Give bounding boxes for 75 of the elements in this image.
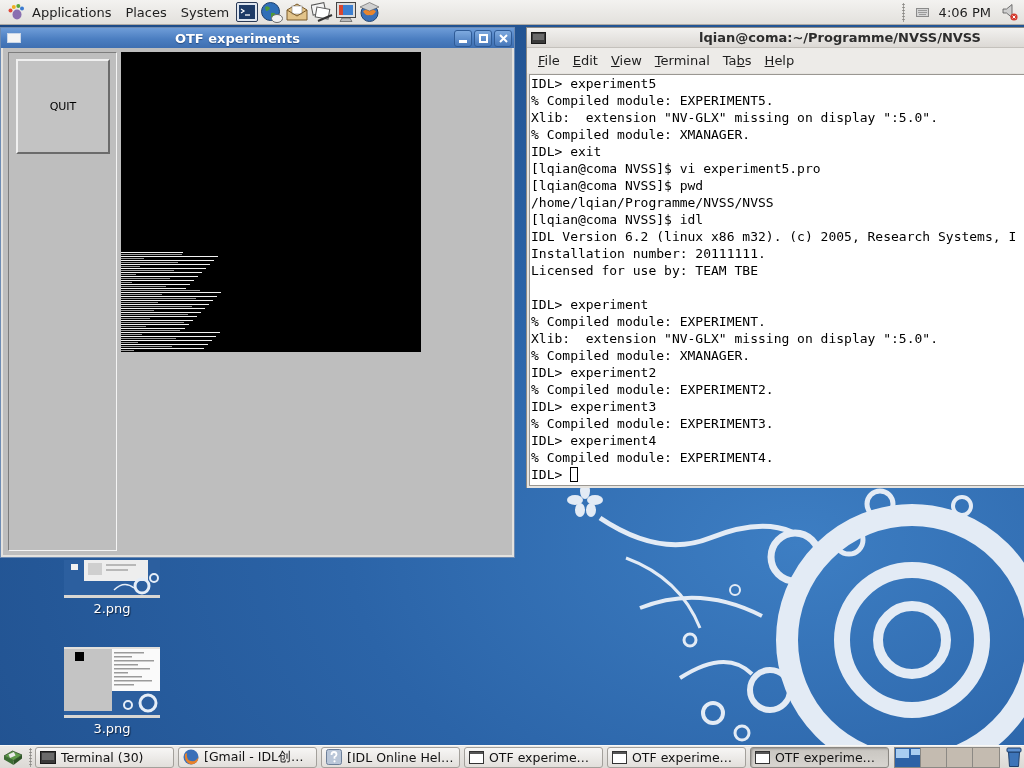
task-button[interactable]: Terminal (30)	[35, 746, 174, 768]
terminal-line: Xlib: extension "NV-GLX" missing on display ":5.0".	[531, 109, 938, 126]
close-button[interactable]	[494, 29, 512, 47]
terminal-line: IDL> exit	[531, 143, 602, 160]
file-label[interactable]: 3.png	[93, 721, 131, 736]
menu-item[interactable]: File	[532, 51, 566, 70]
prompt-text: IDL>	[531, 466, 563, 483]
close-icon	[498, 33, 508, 43]
file-thumbnail[interactable]	[64, 560, 160, 598]
mini-windows-icon	[895, 748, 920, 758]
window-icon	[755, 750, 770, 764]
maximize-button[interactable]	[474, 29, 492, 47]
file-label[interactable]: 2.png	[93, 601, 131, 616]
minimize-icon	[459, 40, 467, 43]
terminal-line: % Compiled module: EXPERIMENT2.	[531, 381, 774, 398]
maximize-icon	[478, 33, 488, 43]
menu-item[interactable]: Help	[758, 51, 801, 70]
quit-button[interactable]: QUIT	[16, 59, 110, 154]
clock[interactable]: 4:06 PM	[938, 4, 991, 20]
menu-item[interactable]: Edit	[566, 51, 604, 70]
terminal-line: IDL> experiment5	[531, 75, 657, 92]
terminal-icon[interactable]	[236, 2, 259, 22]
panel-menu[interactable]: System	[173, 2, 237, 22]
menu-item[interactable]: Tabs	[716, 51, 758, 70]
drag-handle-icon	[29, 747, 32, 767]
terminal-line: Installation number: 20111111.	[531, 245, 766, 262]
terminal-icon[interactable]	[531, 31, 546, 44]
task-button[interactable]: OTF experime…	[464, 746, 603, 768]
terminal-line: IDL> experiment	[531, 296, 649, 313]
foot-icon[interactable]	[8, 4, 24, 20]
task-button[interactable]: [Gmail - IDL创…	[178, 746, 317, 768]
window-icon	[612, 750, 627, 764]
globe-icon	[183, 749, 199, 765]
terminal-line: % Compiled module: EXPERIMENT3.	[531, 415, 774, 432]
terminal-line: [lqian@coma NVSS]$ pwd	[531, 177, 704, 194]
terminal-line: % Compiled module: XMANAGER.	[531, 126, 751, 143]
monitor-icon[interactable]	[336, 2, 357, 22]
task-button[interactable]: OTF experime…	[750, 746, 889, 768]
window-icon	[469, 750, 484, 764]
terminal-line: % Compiled module: XMANAGER.	[531, 347, 751, 364]
menu-item[interactable]: View	[604, 51, 648, 70]
envelope-icon[interactable]	[286, 3, 309, 21]
terminal-line: Xlib: extension "NV-GLX" missing on display ":5.0".	[531, 330, 938, 347]
terminal-icon	[40, 750, 56, 764]
panel-menu[interactable]: Places	[118, 2, 174, 22]
menu-item[interactable]: Terminal	[648, 51, 716, 70]
window-title: lqian@coma:~/Programme/NVSS/NVSS	[699, 30, 981, 45]
terminal-line: % Compiled module: EXPERIMENT4.	[531, 449, 774, 466]
help-icon	[326, 749, 342, 765]
task-button[interactable]: OTF experime…	[607, 746, 746, 768]
terminal-line: Licensed for use by: TEAM TBE	[531, 262, 758, 279]
terminal-line: % Compiled module: EXPERIMENT.	[531, 313, 766, 330]
terminal-line: IDL> experiment2	[531, 364, 657, 381]
desk-icon[interactable]	[3, 748, 23, 766]
window-title: OTF experiments	[174, 30, 301, 46]
panel-menu[interactable]: Applications	[25, 2, 119, 22]
workspace-button[interactable]	[895, 747, 921, 767]
terminal-line: % Compiled module: EXPERIMENT5.	[531, 92, 774, 109]
terminal-line: [lqian@coma NVSS]$ vi experiment5.pro	[531, 160, 821, 177]
cursor-icon	[570, 467, 579, 482]
documents-icon[interactable]	[311, 2, 334, 22]
sphere-icon[interactable]	[359, 2, 381, 22]
minimize-button[interactable]	[454, 29, 472, 47]
drag-handle-icon	[901, 2, 905, 22]
terminal-line: IDL> experiment3	[531, 398, 657, 415]
globe-icon[interactable]	[261, 1, 284, 23]
terminal-line: [lqian@coma NVSS]$ idl	[531, 211, 704, 228]
terminal-line: /home/lqian/Programme/NVSS/NVSS	[531, 194, 774, 211]
keyboard-icon[interactable]	[915, 7, 929, 17]
file-thumbnail[interactable]	[64, 647, 160, 718]
speaker-muted-icon[interactable]	[1002, 3, 1018, 21]
terminal-line: IDL> experiment4	[531, 432, 657, 449]
trash-icon[interactable]	[1006, 747, 1022, 767]
terminal-line: IDL Version 6.2 (linux x86 m32). (c) 2005, Research Systems, I	[531, 228, 1017, 245]
task-button[interactable]: [IDL Online Hel…	[321, 746, 460, 768]
